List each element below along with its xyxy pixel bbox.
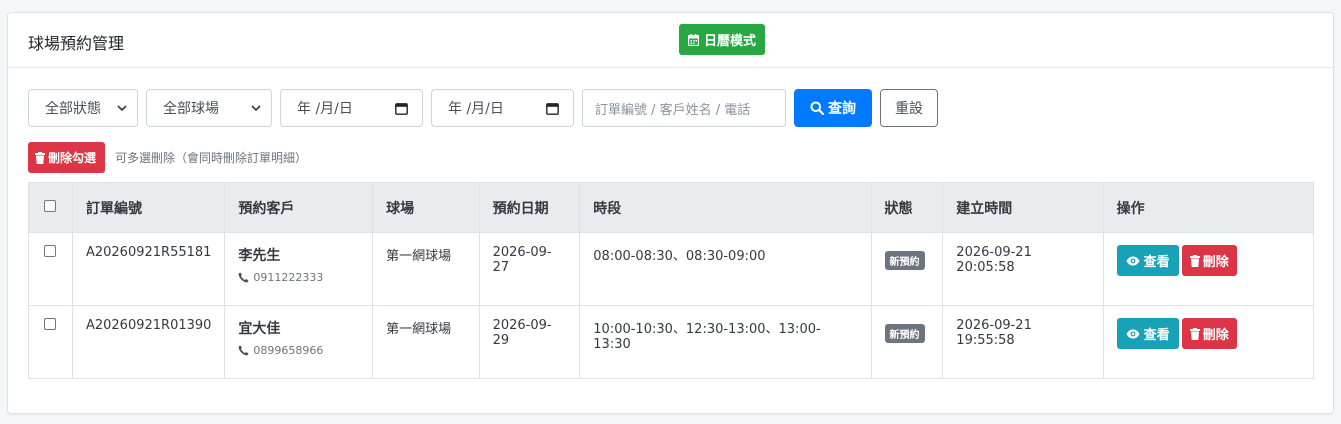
reserve-date: 2026-09-27 bbox=[478, 232, 581, 306]
actions-cell: 查看 刪除 bbox=[1102, 305, 1315, 379]
col-date: 預約日期 bbox=[478, 182, 581, 233]
time-slots: 08:00-08:30、08:30-09:00 bbox=[579, 232, 872, 306]
phone-icon bbox=[238, 272, 249, 283]
bulk-actions: 刪除勾選 可多選刪除（會同時刪除訂單明細） bbox=[28, 142, 307, 173]
customer-name: 李先生 bbox=[238, 248, 281, 264]
col-order-no: 訂單編號 bbox=[71, 182, 226, 233]
reservation-card: 球場預約管理 日曆模式 全部狀態 全部球場 年 /月/日 年 /月/日 訂單編號… bbox=[7, 12, 1334, 414]
query-label: 查詢 bbox=[828, 101, 856, 117]
reservations-table: 訂單編號 預約客戶 球場 預約日期 時段 狀態 建立時間 操作 A2026092… bbox=[28, 182, 1315, 379]
calendar-icon bbox=[688, 33, 699, 46]
reset-button[interactable]: 重設 bbox=[880, 89, 938, 127]
trash-icon bbox=[35, 151, 45, 164]
search-icon bbox=[810, 101, 824, 115]
customer-phone: 0899658966 bbox=[238, 344, 359, 357]
date-to-value: 年 /月/日 bbox=[448, 101, 504, 117]
table-row: A20260921R55181 李先生 0911222333 第一網球場 202… bbox=[28, 232, 1315, 306]
delete-label: 刪除 bbox=[1202, 328, 1229, 343]
search-input[interactable]: 訂單編號 / 客戶姓名 / 電話 bbox=[582, 89, 786, 127]
court-select-value: 全部球場 bbox=[163, 101, 219, 117]
view-label: 查看 bbox=[1143, 255, 1170, 270]
delete-button[interactable]: 刪除 bbox=[1181, 318, 1237, 349]
row-select-cell bbox=[28, 305, 73, 379]
actions-cell: 查看 刪除 bbox=[1102, 232, 1315, 306]
table-header-row: 訂單編號 預約客戶 球場 預約日期 時段 狀態 建立時間 操作 bbox=[28, 182, 1315, 233]
col-customer: 預約客戶 bbox=[224, 182, 374, 233]
col-actions: 操作 bbox=[1102, 182, 1315, 233]
view-button[interactable]: 查看 bbox=[1116, 245, 1179, 276]
time-slots: 10:00-10:30、12:30-13:00、13:00-13:30 bbox=[579, 305, 872, 379]
date-to-input[interactable]: 年 /月/日 bbox=[431, 89, 574, 127]
calendar-picker-icon[interactable] bbox=[395, 102, 408, 115]
status-badge: 新預約 bbox=[884, 324, 925, 343]
phone-number: 0899658966 bbox=[253, 344, 324, 357]
row-checkbox[interactable] bbox=[44, 318, 56, 330]
eye-icon bbox=[1126, 329, 1140, 339]
query-button[interactable]: 查詢 bbox=[794, 89, 872, 127]
search-placeholder: 訂單編號 / 客戶姓名 / 電話 bbox=[595, 102, 751, 118]
delete-label: 刪除 bbox=[1202, 255, 1229, 270]
delete-selected-button[interactable]: 刪除勾選 bbox=[28, 142, 106, 173]
calendar-picker-icon[interactable] bbox=[546, 102, 559, 115]
court: 第一網球場 bbox=[372, 232, 480, 306]
card-header: 球場預約管理 日曆模式 bbox=[8, 13, 1333, 68]
order-no: A20260921R55181 bbox=[71, 232, 226, 306]
calendar-mode-button[interactable]: 日曆模式 bbox=[679, 24, 766, 55]
eye-icon bbox=[1126, 256, 1140, 266]
delete-selected-label: 刪除勾選 bbox=[48, 151, 97, 165]
reserve-date: 2026-09-29 bbox=[478, 305, 581, 379]
trash-icon bbox=[1189, 327, 1200, 340]
created-time: 2026-09-21 19:55:58 bbox=[942, 305, 1104, 379]
court-select[interactable]: 全部球場 bbox=[146, 89, 272, 127]
col-created: 建立時間 bbox=[942, 182, 1104, 233]
customer-cell: 宜大佳 0899658966 bbox=[224, 305, 374, 379]
created-time: 2026-09-21 20:05:58 bbox=[942, 232, 1104, 306]
status-cell: 新預約 bbox=[870, 305, 944, 379]
view-button[interactable]: 查看 bbox=[1116, 318, 1179, 349]
trash-icon bbox=[1189, 254, 1200, 267]
status-select[interactable]: 全部狀態 bbox=[28, 89, 138, 127]
chevron-down-icon bbox=[251, 104, 261, 112]
row-checkbox[interactable] bbox=[44, 245, 56, 257]
col-slots: 時段 bbox=[579, 182, 872, 233]
phone-number: 0911222333 bbox=[253, 271, 324, 284]
page-title: 球場預約管理 bbox=[28, 34, 125, 53]
chevron-down-icon bbox=[117, 104, 127, 112]
phone-icon bbox=[238, 345, 249, 356]
row-select-cell bbox=[28, 232, 73, 306]
calendar-mode-label: 日曆模式 bbox=[704, 34, 757, 49]
customer-name: 宜大佳 bbox=[238, 321, 281, 337]
col-status: 狀態 bbox=[870, 182, 944, 233]
table-row: A20260921R01390 宜大佳 0899658966 第一網球場 202… bbox=[28, 305, 1315, 379]
status-select-value: 全部狀態 bbox=[45, 101, 101, 117]
status-cell: 新預約 bbox=[870, 232, 944, 306]
bulk-hint: 可多選刪除（會同時刪除訂單明細） bbox=[115, 151, 308, 165]
select-all-cell bbox=[28, 182, 73, 233]
customer-phone: 0911222333 bbox=[238, 271, 359, 284]
status-badge: 新預約 bbox=[884, 251, 925, 270]
date-from-input[interactable]: 年 /月/日 bbox=[280, 89, 423, 127]
select-all-checkbox[interactable] bbox=[44, 199, 56, 212]
customer-cell: 李先生 0911222333 bbox=[224, 232, 374, 306]
order-no: A20260921R01390 bbox=[71, 305, 226, 379]
date-from-value: 年 /月/日 bbox=[297, 101, 353, 117]
court: 第一網球場 bbox=[372, 305, 480, 379]
col-court: 球場 bbox=[372, 182, 480, 233]
delete-button[interactable]: 刪除 bbox=[1181, 245, 1237, 276]
view-label: 查看 bbox=[1143, 328, 1170, 343]
